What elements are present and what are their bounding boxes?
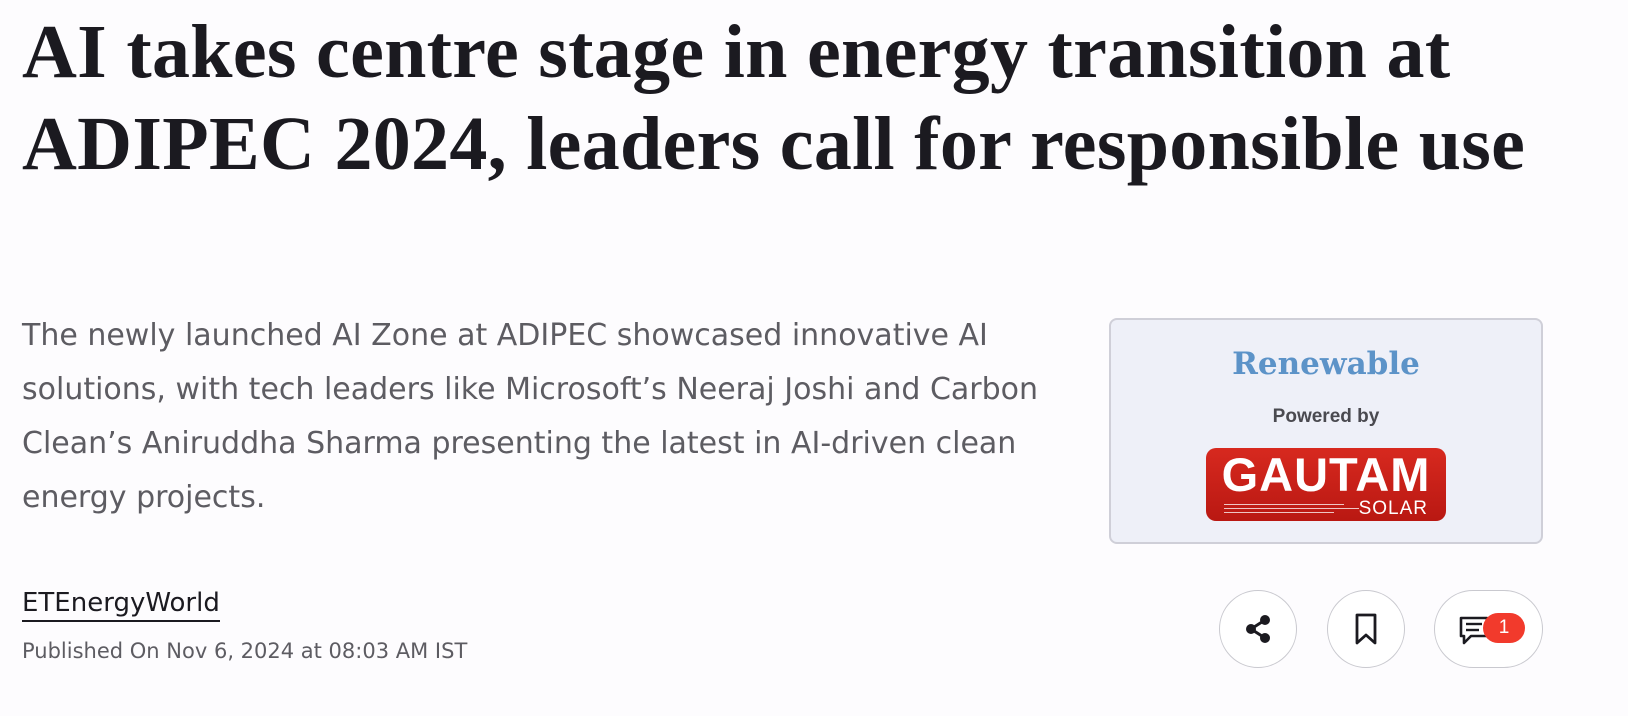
sponsor-powered-by: Powered by — [1272, 406, 1380, 427]
article-header: AI takes centre stage in energy transiti… — [0, 0, 1628, 716]
share-button[interactable] — [1219, 590, 1297, 668]
bookmark-button[interactable] — [1327, 590, 1405, 668]
published-date: Published On Nov 6, 2024 at 08:03 AM IST — [22, 639, 468, 663]
share-icon — [1246, 615, 1270, 643]
sponsor-box[interactable]: Renewable Powered by GAUTAM SOLAR — [1109, 318, 1543, 544]
sponsor-logo-word: GAUTAM — [1221, 448, 1431, 501]
comment-count-badge: 1 — [1483, 613, 1525, 643]
sponsor-logo-sub: SOLAR — [1358, 498, 1428, 519]
logo-streak — [1224, 508, 1359, 509]
logo-streak — [1224, 504, 1344, 505]
article-headline: AI takes centre stage in energy transiti… — [22, 10, 1526, 186]
bookmark-icon — [1355, 613, 1377, 645]
logo-streak — [1224, 512, 1334, 513]
source-link[interactable]: ETEnergyWorld — [22, 586, 220, 622]
sponsor-category: Renewable — [1232, 346, 1420, 382]
sponsor-logo[interactable]: GAUTAM SOLAR — [1206, 448, 1446, 521]
comments-button[interactable]: 1 — [1434, 590, 1543, 668]
article-summary: The newly launched AI Zone at ADIPEC sho… — [22, 318, 1039, 515]
